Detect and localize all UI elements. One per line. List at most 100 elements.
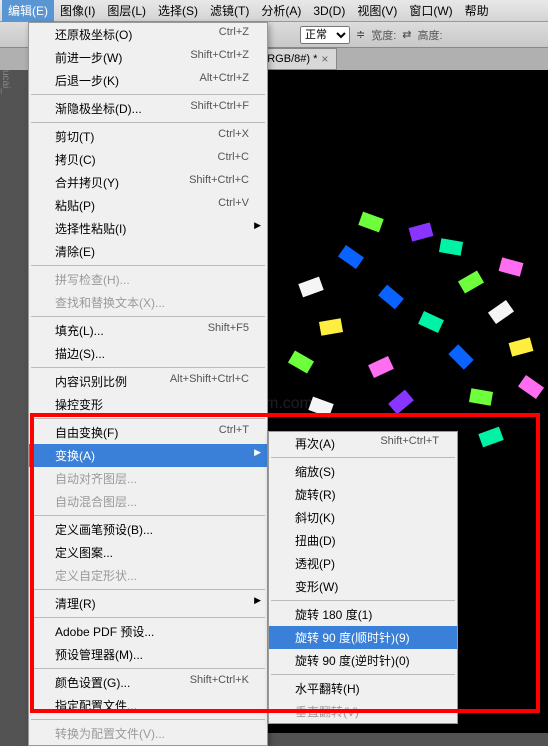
menubar-item-window[interactable]: 窗口(W) [403, 0, 458, 22]
menubar-item-3d[interactable]: 3D(D) [307, 1, 351, 21]
menu-item[interactable]: 指定配置文件... [29, 694, 267, 717]
menu-item-label: 前进一步(W) [55, 49, 122, 66]
menu-item[interactable]: 定义图案... [29, 541, 267, 564]
menu-shortcut: Ctrl+Z [219, 26, 249, 43]
submenu-arrow-icon: ▶ [254, 447, 261, 458]
menu-item[interactable]: 内容识别比例Alt+Shift+Ctrl+C [29, 370, 267, 393]
menu-item[interactable]: 前进一步(W) Shift+Ctrl+Z [29, 46, 267, 69]
submenu-item-label: 旋转 180 度(1) [295, 606, 372, 623]
menu-item[interactable]: 渐隐极坐标(D)... Shift+Ctrl+F [29, 97, 267, 120]
menubar-item-edit[interactable]: 编辑(E) [2, 0, 54, 22]
submenu-item[interactable]: 再次(A)Shift+Ctrl+T [269, 432, 457, 455]
confetti-piece [358, 212, 383, 233]
menubar-item-filter[interactable]: 滤镜(T) [204, 0, 255, 22]
menu-shortcut: Shift+Ctrl+Z [190, 49, 249, 66]
submenu-item[interactable]: 旋转 90 度(顺时针)(9) [269, 626, 457, 649]
height-label: 高度: [418, 27, 443, 43]
menu-item[interactable]: 粘贴(P)Ctrl+V [29, 194, 267, 217]
menu-item-label: 粘贴(P) [55, 197, 95, 214]
menu-item[interactable]: 清除(E) [29, 240, 267, 263]
confetti-piece [388, 390, 414, 415]
menubar-item-help[interactable]: 帮助 [459, 0, 495, 22]
menu-item[interactable]: 定义画笔预设(B)... [29, 518, 267, 541]
confetti-piece [308, 397, 333, 418]
menu-item[interactable]: 合并拷贝(Y) Shift+Ctrl+C [29, 171, 267, 194]
submenu-item[interactable]: 旋转(R) [269, 483, 457, 506]
menu-item-label: 内容识别比例 [55, 373, 127, 390]
menu-item-label: 变换(A) [55, 447, 95, 464]
menu-item-label: 后退一步(K) [55, 72, 119, 89]
menubar-item-view[interactable]: 视图(V) [351, 0, 403, 22]
confetti-piece [499, 257, 524, 276]
menubar-item-select[interactable]: 选择(S) [152, 0, 204, 22]
menu-item: 拼写检查(H)... [29, 268, 267, 291]
menubar-item-analysis[interactable]: 分析(A) [255, 0, 307, 22]
menu-item[interactable]: 预设管理器(M)... [29, 643, 267, 666]
submenu-item[interactable]: 扭曲(D) [269, 529, 457, 552]
menu-item[interactable]: 还原极坐标(O)Ctrl+Z [29, 23, 267, 46]
submenu-item[interactable]: 缩放(S) [269, 460, 457, 483]
menu-item[interactable]: 清理(R)▶ [29, 592, 267, 615]
menu-item-label: 转换为配置文件(V)... [55, 725, 165, 742]
submenu-item-label: 旋转 90 度(逆时针)(0) [295, 652, 410, 669]
submenu-arrow-icon: ▶ [254, 220, 261, 231]
menu-item[interactable]: 颜色设置(G)...Shift+Ctrl+K [29, 671, 267, 694]
link-icon[interactable]: ⇄ [402, 28, 411, 41]
menu-item-label: 自由变换(F) [55, 424, 118, 441]
menu-item[interactable]: 填充(L)...Shift+F5 [29, 319, 267, 342]
menu-item: 自动混合图层... [29, 490, 267, 513]
menu-item[interactable]: 选择性粘贴(I) ▶ [29, 217, 267, 240]
menubar-item-image[interactable]: 图像(I) [54, 0, 101, 22]
menu-item: 自动对齐图层... [29, 467, 267, 490]
menu-item[interactable]: 剪切(T)Ctrl+X [29, 125, 267, 148]
confetti-piece [368, 356, 394, 378]
menu-item-label: 选择性粘贴(I) [55, 220, 126, 237]
confetti-piece [509, 337, 534, 356]
confetti-piece [378, 285, 404, 310]
menu-item: 转换为配置文件(V)... [29, 722, 267, 745]
submenu-item[interactable]: 旋转 90 度(逆时针)(0) [269, 649, 457, 672]
submenu-item[interactable]: 变形(W) [269, 575, 457, 598]
menu-item[interactable]: Adobe PDF 预设... [29, 620, 267, 643]
menu-shortcut: Shift+Ctrl+F [190, 100, 249, 117]
menu-item-label: 合并拷贝(Y) [55, 174, 119, 191]
submenu-item[interactable]: 斜切(K) [269, 506, 457, 529]
menubar-item-layer[interactable]: 图层(L) [101, 0, 152, 22]
menu-item-label: 填充(L)... [55, 322, 104, 339]
menu-item[interactable]: 自由变换(F) Ctrl+T [29, 421, 267, 444]
menu-item-label: 渐隐极坐标(D)... [55, 100, 142, 117]
confetti-piece [469, 388, 493, 406]
submenu-item[interactable]: 旋转 180 度(1) [269, 603, 457, 626]
submenu-item-label: 缩放(S) [295, 463, 335, 480]
submenu-item-label: 透视(P) [295, 555, 335, 572]
submenu-arrow-icon: ▶ [254, 595, 261, 606]
menu-item: 查找和替换文本(X)... [29, 291, 267, 314]
menu-item-label: Adobe PDF 预设... [55, 623, 154, 640]
edit-menu-dropdown: 还原极坐标(O)Ctrl+Z 前进一步(W) Shift+Ctrl+Z 后退一步(K)… [28, 22, 268, 746]
submenu-shortcut: Shift+Ctrl+T [380, 435, 439, 452]
width-label: 宽度: [371, 27, 396, 43]
menu-shortcut: Shift+Ctrl+C [189, 174, 249, 191]
menu-item-label: 拼写检查(H)... [55, 271, 130, 288]
menu-item-label: 自动混合图层... [55, 493, 137, 510]
menu-item[interactable]: 后退一步(K)Alt+Ctrl+Z [29, 69, 267, 92]
submenu-item-label: 旋转(R) [295, 486, 336, 503]
close-icon[interactable]: × [321, 52, 328, 66]
blend-mode-select[interactable]: 正常 [300, 26, 350, 44]
menu-item[interactable]: 描边(S)... [29, 342, 267, 365]
submenu-item[interactable]: 水平翻转(H) [269, 677, 457, 700]
menu-item-label: 自动对齐图层... [55, 470, 137, 487]
menu-item[interactable]: 变换(A) ▶ [29, 444, 267, 467]
confetti-piece [338, 245, 364, 269]
menu-item-label: 剪切(T) [55, 128, 94, 145]
menu-shortcut: Shift+Ctrl+K [190, 674, 249, 691]
submenu-item-label: 水平翻转(H) [295, 680, 360, 697]
menu-item-label: 拷贝(C) [55, 151, 96, 168]
menu-item-label: 描边(S)... [55, 345, 105, 362]
menu-item[interactable]: 操控变形 [29, 393, 267, 416]
menu-item-label: 预设管理器(M)... [55, 646, 143, 663]
menu-shortcut: Ctrl+T [219, 424, 249, 441]
menu-item[interactable]: 拷贝(C)Ctrl+C [29, 148, 267, 171]
submenu-item[interactable]: 透视(P) [269, 552, 457, 575]
confetti-piece [518, 375, 544, 399]
